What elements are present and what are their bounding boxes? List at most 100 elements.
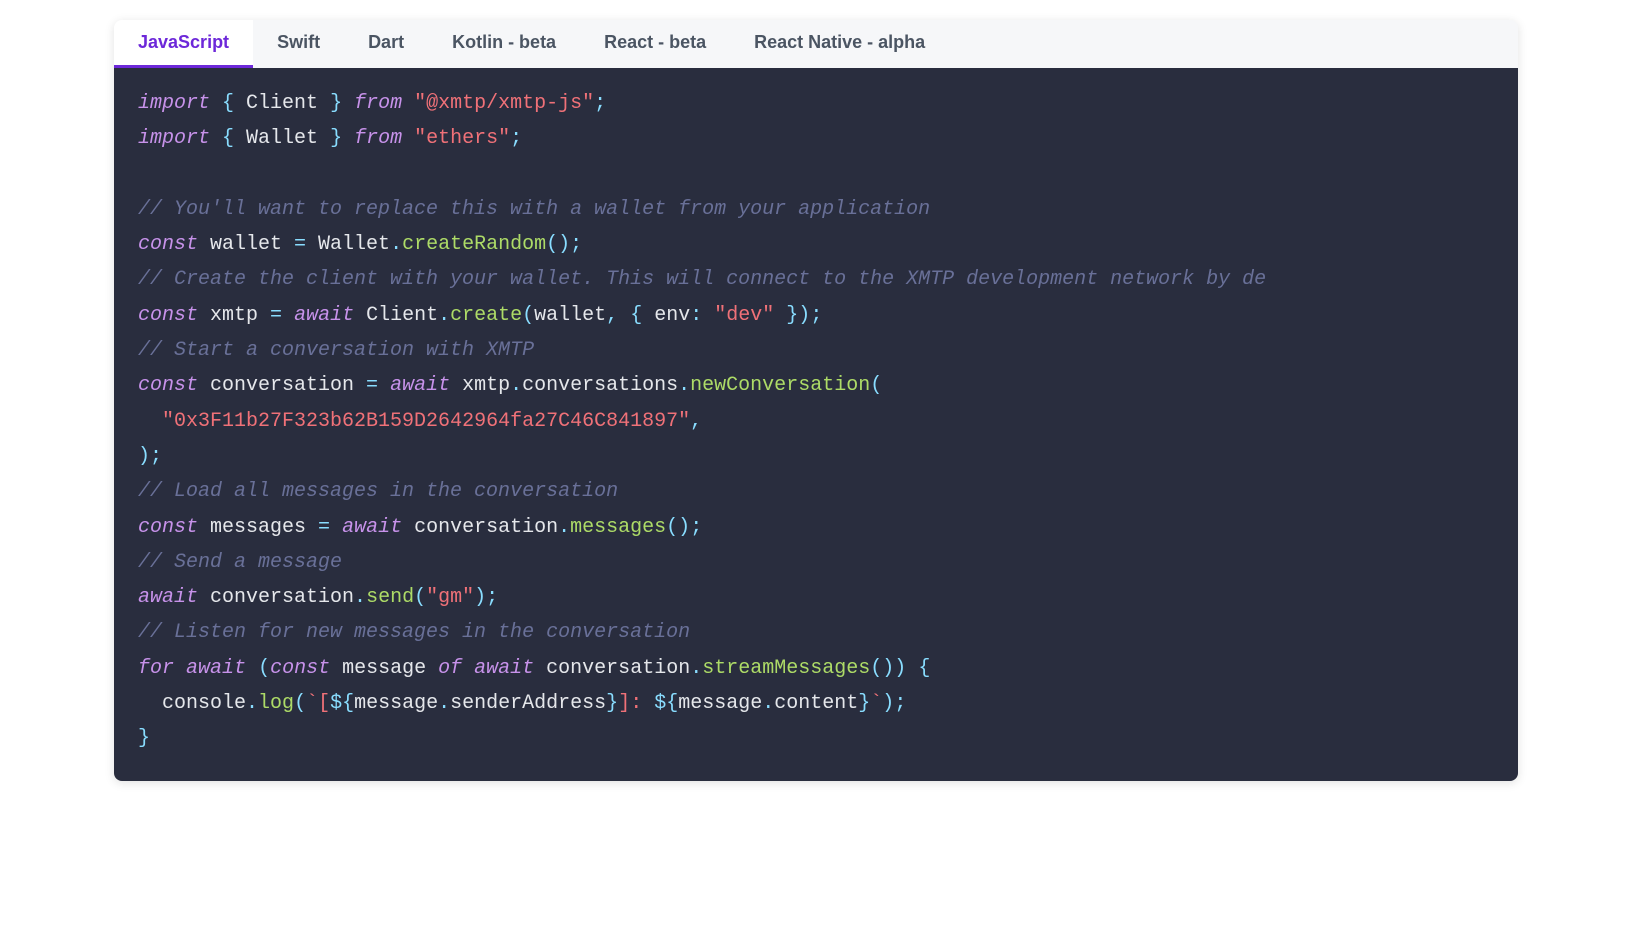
- code-token: ;: [810, 304, 822, 327]
- code-token: .: [390, 233, 402, 256]
- code-token: messages: [198, 516, 318, 539]
- code-token: [702, 304, 714, 327]
- code-token: ): [558, 233, 570, 256]
- code-token: "gm": [426, 586, 474, 609]
- code-token: await: [186, 657, 246, 680]
- code-line: // Send a message: [138, 551, 342, 574]
- code-token: `: [870, 692, 882, 715]
- code-token: send: [366, 586, 414, 609]
- code-token: await: [342, 516, 402, 539]
- code-token: .: [246, 692, 258, 715]
- code-token: "0x3F11b27F323b62B159D2642964fa27C46C841…: [162, 410, 690, 433]
- code-token: import: [138, 127, 210, 150]
- code-token: ,: [606, 304, 618, 327]
- code-token: [210, 127, 222, 150]
- code-token: [246, 657, 258, 680]
- code-token: const: [138, 304, 198, 327]
- code-token: of: [438, 657, 462, 680]
- code-token: "ethers": [414, 127, 510, 150]
- code-token: "@xmtp/xmtp-js": [414, 92, 594, 115]
- code-line: import { Client } from "@xmtp/xmtp-js";: [138, 92, 606, 115]
- code-token: xmtp: [198, 304, 270, 327]
- code-token: `[: [306, 692, 330, 715]
- code-line: const conversation = await xmtp.conversa…: [138, 374, 882, 397]
- code-token: messages: [570, 516, 666, 539]
- code-token: import: [138, 92, 210, 115]
- code-token: await: [390, 374, 450, 397]
- code-token: "dev": [714, 304, 774, 327]
- language-tabs: JavaScriptSwiftDartKotlin - betaReact - …: [114, 20, 1518, 68]
- code-token: ): [678, 516, 690, 539]
- code-token: ;: [894, 692, 906, 715]
- code-block: import { Client } from "@xmtp/xmtp-js"; …: [138, 86, 1494, 757]
- code-token: =: [366, 374, 378, 397]
- code-token: const: [138, 374, 198, 397]
- tab-javascript[interactable]: JavaScript: [114, 20, 253, 68]
- code-line: // Load all messages in the conversation: [138, 480, 618, 503]
- code-area: import { Client } from "@xmtp/xmtp-js"; …: [114, 68, 1518, 781]
- code-token: (: [414, 586, 426, 609]
- code-token: .: [558, 516, 570, 539]
- code-token: log: [258, 692, 294, 715]
- code-token: ]:: [618, 692, 654, 715]
- code-line: }: [138, 727, 150, 750]
- code-line: // Start a conversation with XMTP: [138, 339, 534, 362]
- code-token: {: [918, 657, 930, 680]
- code-token: // You'll want to replace this with a wa…: [138, 198, 930, 221]
- code-token: // Send a message: [138, 551, 342, 574]
- code-token: (: [522, 304, 534, 327]
- tab-react-beta[interactable]: React - beta: [580, 20, 730, 68]
- code-token: [906, 657, 918, 680]
- code-token: =: [270, 304, 282, 327]
- code-token: console: [138, 692, 246, 715]
- code-token: (: [258, 657, 270, 680]
- code-token: ): [474, 586, 486, 609]
- code-token: }: [606, 692, 618, 715]
- code-token: for: [138, 657, 174, 680]
- code-token: wallet: [534, 304, 606, 327]
- code-token: }: [330, 92, 342, 115]
- code-token: ;: [594, 92, 606, 115]
- code-line: console.log(`[${message.senderAddress}]:…: [138, 692, 906, 715]
- code-token: {: [222, 127, 234, 150]
- code-line: // Create the client with your wallet. T…: [138, 268, 1266, 291]
- code-token: ,: [690, 410, 702, 433]
- code-token: .: [438, 304, 450, 327]
- code-token: =: [294, 233, 306, 256]
- code-token: }: [138, 727, 150, 750]
- code-line: // Listen for new messages in the conver…: [138, 621, 690, 644]
- code-token: [618, 304, 630, 327]
- code-token: conversation: [198, 586, 354, 609]
- code-line: // You'll want to replace this with a wa…: [138, 198, 930, 221]
- code-token: await: [294, 304, 354, 327]
- code-token: streamMessages: [702, 657, 870, 680]
- code-line: const wallet = Wallet.createRandom();: [138, 233, 582, 256]
- code-token: [330, 516, 342, 539]
- tab-kotlin-beta[interactable]: Kotlin - beta: [428, 20, 580, 68]
- code-token: [402, 127, 414, 150]
- code-token: ): [138, 445, 150, 468]
- code-token: .: [678, 374, 690, 397]
- tab-dart[interactable]: Dart: [344, 20, 428, 68]
- code-token: ;: [486, 586, 498, 609]
- code-token: // Create the client with your wallet. T…: [138, 268, 1266, 291]
- tab-swift[interactable]: Swift: [253, 20, 344, 68]
- code-token: [774, 304, 786, 327]
- code-token: (: [546, 233, 558, 256]
- code-token: const: [138, 516, 198, 539]
- code-token: conversation: [198, 374, 366, 397]
- code-token: conversation: [402, 516, 558, 539]
- code-token: Wallet: [306, 233, 390, 256]
- code-token: const: [138, 233, 198, 256]
- code-token: [174, 657, 186, 680]
- code-token: await: [138, 586, 198, 609]
- code-token: {: [222, 92, 234, 115]
- code-token: ;: [690, 516, 702, 539]
- code-token: [282, 304, 294, 327]
- tab-react-native-alpha[interactable]: React Native - alpha: [730, 20, 949, 68]
- code-token: }: [330, 127, 342, 150]
- code-token: Client: [354, 304, 438, 327]
- code-token: .: [354, 586, 366, 609]
- code-token: from: [354, 127, 402, 150]
- code-token: [342, 92, 354, 115]
